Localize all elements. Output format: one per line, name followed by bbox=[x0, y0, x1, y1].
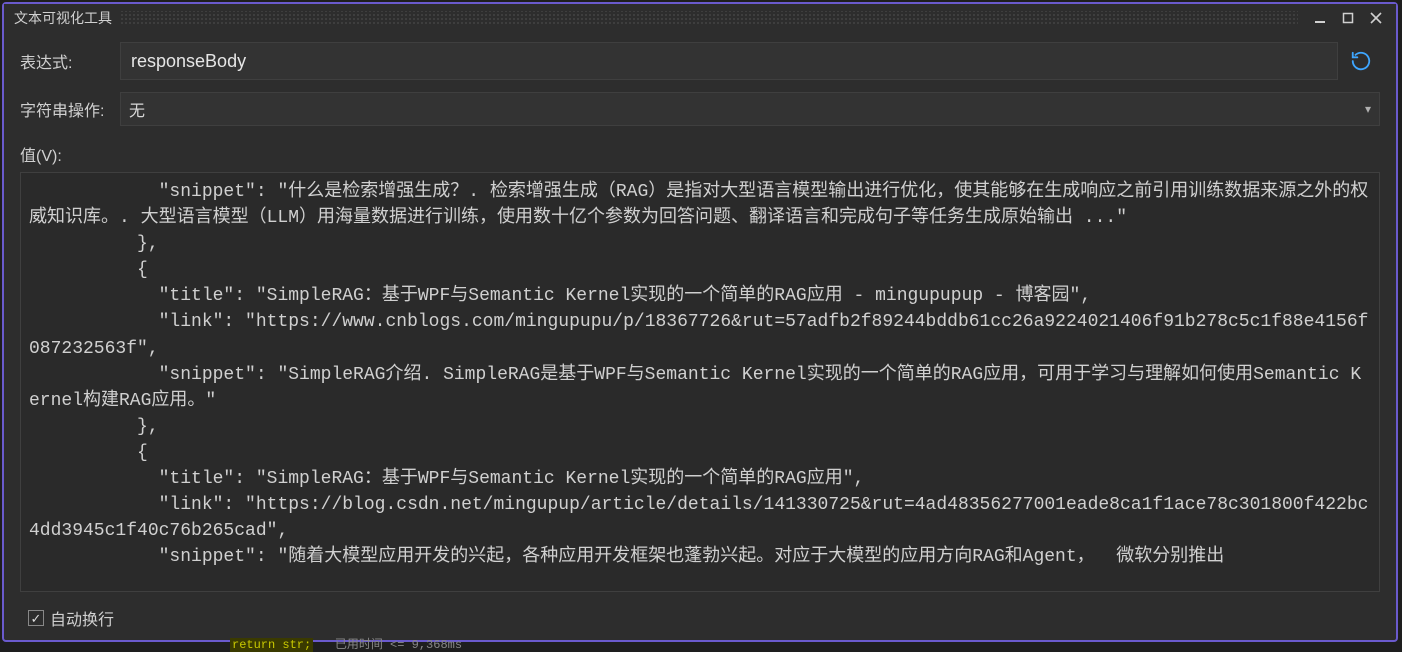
expression-label: 表达式: bbox=[20, 49, 120, 73]
value-label: 值(V): bbox=[4, 142, 1396, 172]
string-ops-row: 字符串操作: 无 ▾ bbox=[20, 92, 1380, 126]
wrap-checkbox[interactable] bbox=[28, 610, 44, 626]
background-code-strip: return str; 已用时间 <= 9,368ms bbox=[230, 635, 462, 649]
minimize-button[interactable] bbox=[1306, 6, 1334, 30]
titlebar-drag-area[interactable] bbox=[120, 11, 1298, 25]
value-content: "snippet": "什么是检索增强生成？. 检索增强生成（RAG）是指对大型… bbox=[29, 179, 1371, 570]
close-button[interactable] bbox=[1362, 6, 1390, 30]
refresh-icon bbox=[1350, 50, 1372, 72]
window-title: 文本可视化工具 bbox=[14, 8, 112, 28]
expression-row: 表达式: bbox=[20, 42, 1380, 80]
string-ops-select[interactable]: 无 ▾ bbox=[120, 92, 1380, 126]
titlebar[interactable]: 文本可视化工具 bbox=[4, 4, 1396, 32]
string-ops-value: 无 bbox=[129, 97, 145, 121]
expression-input[interactable] bbox=[120, 42, 1338, 80]
close-icon bbox=[1370, 12, 1382, 24]
window-buttons bbox=[1306, 6, 1390, 30]
string-ops-label: 字符串操作: bbox=[20, 97, 120, 121]
maximize-button[interactable] bbox=[1334, 6, 1362, 30]
refresh-button[interactable] bbox=[1342, 42, 1380, 80]
minimize-icon bbox=[1314, 12, 1326, 24]
text-visualizer-window: 文本可视化工具 表达式: 字符串操作: bbox=[2, 2, 1398, 642]
chevron-down-icon: ▾ bbox=[1365, 102, 1371, 116]
value-textarea[interactable]: "snippet": "什么是检索增强生成？. 检索增强生成（RAG）是指对大型… bbox=[20, 172, 1380, 592]
maximize-icon bbox=[1342, 12, 1354, 24]
wrap-label: 自动换行 bbox=[50, 606, 114, 630]
form-area: 表达式: 字符串操作: 无 ▾ bbox=[4, 32, 1396, 142]
footer: 自动换行 bbox=[4, 600, 1396, 640]
